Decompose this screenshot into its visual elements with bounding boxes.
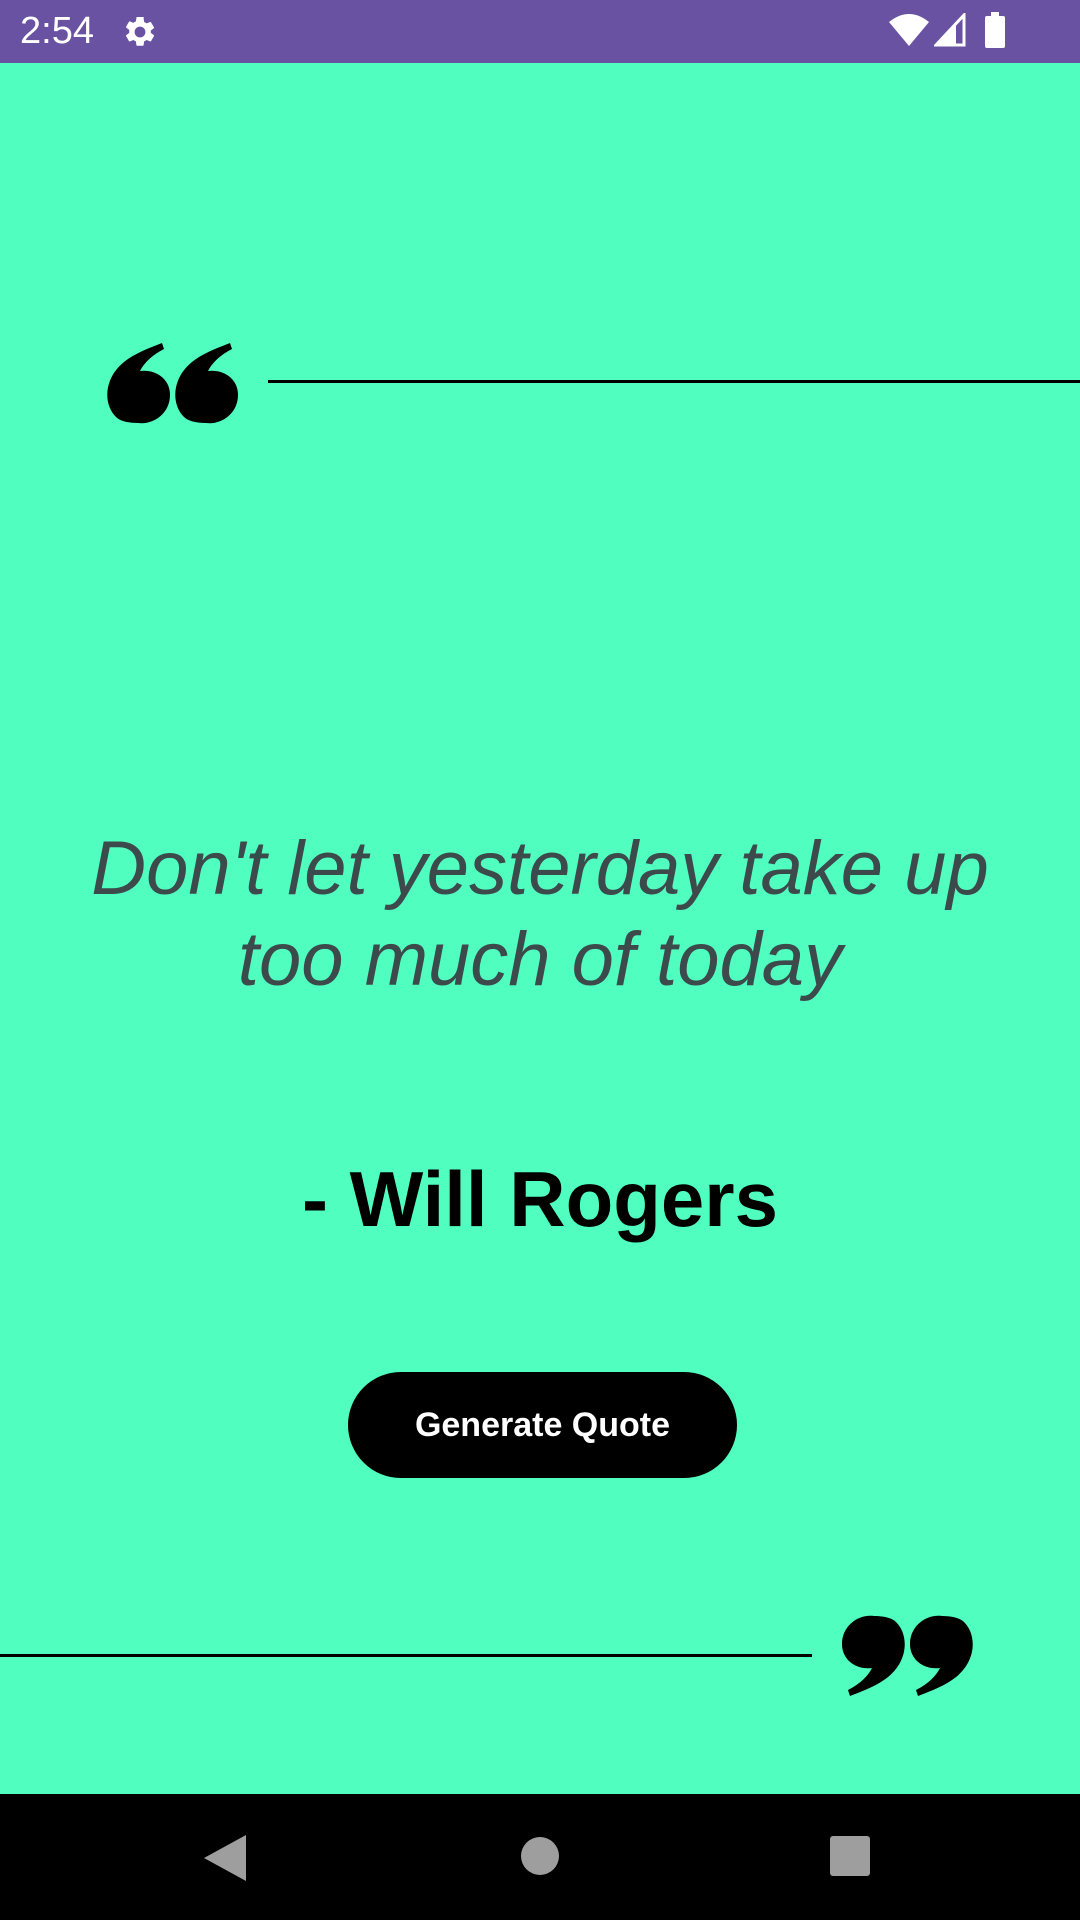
- gear-icon: [126, 16, 155, 46]
- top-divider: [268, 380, 1080, 383]
- close-quote-icon: [842, 1615, 973, 1696]
- status-bar: 2:54: [0, 0, 1080, 63]
- wifi-icon: [889, 14, 929, 46]
- quote-text: Don't let yesterday take up too much of …: [91, 826, 989, 1002]
- battery-icon: [985, 12, 1005, 48]
- navigation-bar: [0, 1794, 1080, 1920]
- back-icon[interactable]: [204, 1835, 246, 1881]
- quote-author: - Will Rogers: [302, 1155, 778, 1243]
- quote-screen: Don't let yesterday take up too much of …: [0, 63, 1080, 1794]
- home-icon[interactable]: [520, 1836, 560, 1876]
- signal-icon: [934, 13, 966, 47]
- bottom-divider: [0, 1654, 812, 1657]
- open-quote-icon: [107, 343, 238, 424]
- status-time: 2:54: [20, 10, 94, 52]
- recents-icon[interactable]: [830, 1836, 870, 1876]
- generate-quote-button[interactable]: Generate Quote: [348, 1372, 737, 1478]
